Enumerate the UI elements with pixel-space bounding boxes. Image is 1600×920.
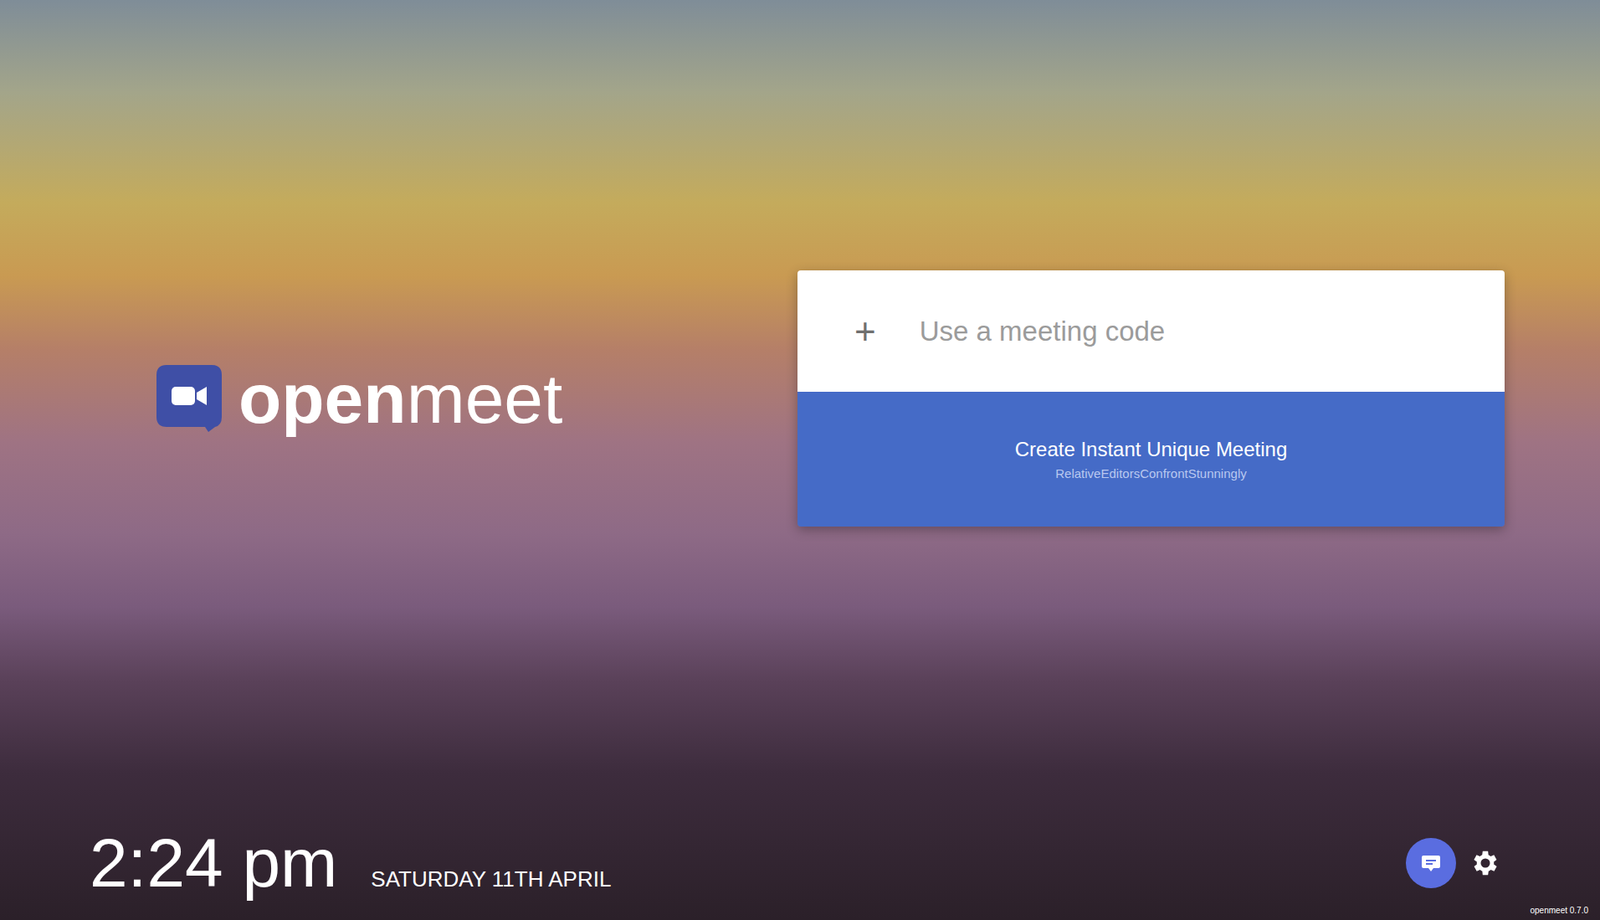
- meeting-code-input[interactable]: [919, 308, 1472, 354]
- version-label: openmeet 0.7.0: [1530, 905, 1590, 915]
- chat-button[interactable]: [1405, 837, 1457, 888]
- gear-icon: [1469, 846, 1502, 879]
- meeting-code-suggestion: RelativeEditorsConfrontStunningly: [1055, 466, 1247, 481]
- create-meeting-button[interactable]: Create Instant Unique Meeting RelativeEd…: [797, 391, 1505, 527]
- chat-icon: [1419, 851, 1443, 875]
- meeting-card: + Create Instant Unique Meeting Relative…: [797, 270, 1505, 527]
- plus-icon[interactable]: +: [854, 312, 877, 350]
- background-photo: openmeet + Create Instant Unique Meeting…: [0, 0, 1600, 920]
- brand-name: openmeet: [238, 359, 563, 437]
- clock-date: SATURDAY 11TH APRIL: [370, 866, 611, 893]
- create-meeting-label: Create Instant Unique Meeting: [1015, 437, 1288, 462]
- clock: 2:24 pm SATURDAY 11TH APRIL: [89, 828, 611, 898]
- openmeet-logo: openmeet: [154, 359, 798, 437]
- clock-time: 2:24 pm: [89, 828, 338, 898]
- settings-button[interactable]: [1468, 846, 1503, 880]
- meeting-code-field: +: [797, 270, 1505, 392]
- video-camera-logo-icon: [154, 363, 226, 434]
